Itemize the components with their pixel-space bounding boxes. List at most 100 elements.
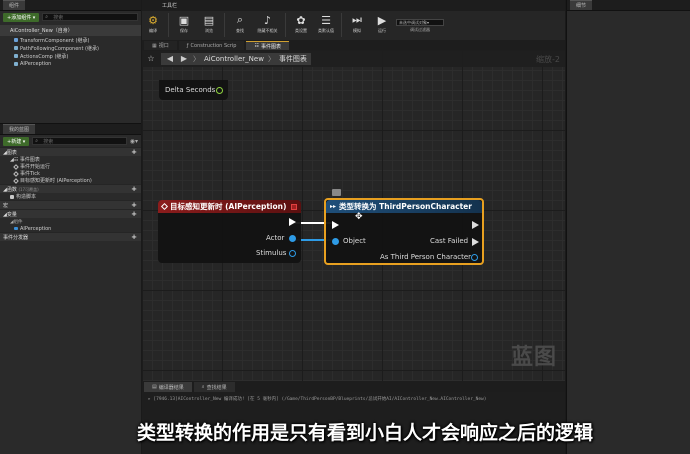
event-item-perception[interactable]: 目标感知更新时 (AIPerception): [0, 177, 141, 184]
category-dispatchers[interactable]: 事件分发器 +: [0, 232, 141, 241]
delta-seconds-pin[interactable]: [216, 87, 223, 94]
category-graphs[interactable]: ◢图表 +: [0, 147, 141, 156]
tab-compiler-results-label: 编译器结果: [158, 384, 184, 391]
graph-icon: ☷: [254, 43, 259, 49]
tab-find-results[interactable]: ⌕ 查找结果: [193, 382, 235, 392]
category-variables-label: ◢变量: [3, 211, 17, 218]
hide-unrelated-icon: ♪: [263, 13, 272, 27]
tab-compiler-results[interactable]: ▤ 编译器结果: [144, 382, 192, 392]
add-function-icon[interactable]: +: [131, 185, 137, 193]
component-item-transform[interactable]: TransformComponent (继承): [0, 36, 141, 44]
details-panel: 细节: [566, 0, 690, 454]
hide-unrelated-button[interactable]: ♪ 隐藏不相关: [254, 13, 281, 34]
component-item-aiperception[interactable]: AIPerception: [0, 60, 141, 68]
browse-button[interactable]: ▤ 浏览: [198, 13, 220, 34]
details-tab[interactable]: 细节: [567, 0, 690, 11]
play-icon: ▶: [377, 13, 387, 27]
forward-arrow-icon[interactable]: ▶: [179, 54, 189, 63]
tab-construction-script[interactable]: ƒ Construction Scrip: [178, 41, 245, 50]
class-settings-button[interactable]: ✿ 类设置: [290, 13, 312, 34]
as-character-label: As Third Person Character: [380, 253, 472, 261]
compile-icon: ⚙: [148, 13, 158, 27]
category-variables[interactable]: ◢变量 +: [0, 209, 141, 218]
compile-log-line[interactable]: ▸ [7946.13]AIController_New 编译成功! [在 5 毫…: [148, 396, 559, 402]
eye-icon[interactable]: ◉▾: [130, 138, 138, 145]
variable-item-aiperception[interactable]: AIPerception: [0, 225, 141, 232]
components-tab[interactable]: 组件: [0, 0, 141, 11]
event-node-header: 目标感知更新时 (AIPerception): [158, 200, 301, 213]
my-blueprint-search-input[interactable]: ⌕ 搜索: [32, 137, 127, 145]
breadcrumb-separator: 〉: [267, 54, 275, 63]
compile-button[interactable]: ⚙ 编译: [142, 13, 164, 34]
component-icon: [14, 54, 18, 58]
debug-filter: 未选中调试对象▾ 调试过滤器: [396, 13, 444, 33]
tab-event-graph[interactable]: ☷ 事件图表: [246, 41, 289, 50]
construction-script-item[interactable]: 构造脚本: [0, 193, 141, 200]
delegate-pin-icon[interactable]: [291, 203, 297, 210]
event-item-label: 事件开始运行: [20, 164, 51, 170]
my-blueprint-panel: 我的蓝图 +新建 ▾ ⌕ 搜索 ◉▾ ◢图表 + ◢☷ 事件图表 事件开始运行 …: [0, 123, 141, 454]
debug-object-select[interactable]: 未选中调试对象▾: [396, 19, 444, 26]
blueprint-watermark: 蓝图: [510, 345, 557, 370]
viewport-icon: ▦: [152, 42, 157, 49]
components-subcategory[interactable]: ◢组件: [0, 218, 141, 225]
event-graph-canvas[interactable]: ☆ ◀ ▶ 〉 AiController_New 〉 事件图表 缩放-2 Del…: [142, 50, 565, 381]
component-item-pathfollowing[interactable]: PathFollowingComponent (继承): [0, 44, 141, 52]
breadcrumb-root[interactable]: AiController_New: [204, 55, 264, 63]
category-macros[interactable]: 宏 +: [0, 200, 141, 209]
event-graph-item[interactable]: ◢☷ 事件图表: [0, 156, 141, 163]
components-tab-label: 组件: [3, 0, 26, 10]
tab-event-graph-label: 事件图表: [260, 43, 281, 50]
functions-override-hint: (17可覆盖): [18, 186, 39, 192]
event-item-tick[interactable]: 事件Tick: [0, 170, 141, 177]
move-cursor-icon: ✥: [355, 212, 363, 222]
component-item-actionscomp[interactable]: ActionsComp (继承): [0, 52, 141, 60]
save-button[interactable]: ▣ 保存: [173, 13, 195, 34]
document-tabs: ▦ 视口 ƒ Construction Scrip ☷ 事件图表: [142, 40, 565, 50]
find-button[interactable]: ⌕ 查找: [229, 13, 251, 34]
event-item-label: 目标感知更新时 (AIPerception): [20, 178, 92, 184]
simulate-button[interactable]: ⏭ 模拟: [346, 13, 368, 34]
my-blueprint-tab[interactable]: 我的蓝图: [0, 124, 141, 135]
node-comment-bubble-icon[interactable]: [332, 189, 341, 196]
event-exec-out-pin[interactable]: [289, 218, 296, 226]
tab-find-results-label: 查找结果: [206, 384, 227, 391]
component-icon: [14, 62, 18, 66]
cast-exec-in-pin[interactable]: [332, 221, 339, 229]
compile-label: 编译: [149, 28, 157, 33]
add-macro-icon[interactable]: +: [131, 201, 137, 209]
add-component-button[interactable]: +添加组件 ▾: [3, 12, 40, 22]
add-graph-icon[interactable]: +: [131, 148, 137, 156]
tab-viewport[interactable]: ▦ 视口: [144, 41, 177, 50]
event-item-beginplay[interactable]: 事件开始运行: [0, 163, 141, 170]
cast-to-thirdperson-node[interactable]: ▸▸ 类型转换为 ThirdPersonCharacter Object Cas…: [324, 198, 484, 265]
category-functions-label: ◢函数: [3, 186, 17, 193]
class-defaults-button[interactable]: ☰ 类默认值: [315, 13, 337, 34]
tick-event-node[interactable]: Delta Seconds: [159, 80, 228, 100]
cast-exec-out-pin[interactable]: [472, 221, 479, 229]
add-dispatcher-icon[interactable]: +: [131, 233, 137, 241]
add-variable-icon[interactable]: +: [131, 210, 137, 218]
components-search-input[interactable]: ⌕ 搜索: [42, 13, 138, 21]
breadcrumb-separator: 〉: [193, 54, 200, 63]
toolbar-tab-label[interactable]: 工具栏: [162, 2, 177, 9]
variable-item-label: AIPerception: [20, 225, 52, 232]
components-search-placeholder: 搜索: [53, 15, 64, 21]
gear-icon: ✿: [296, 13, 306, 27]
actor-out-pin[interactable]: [289, 235, 296, 242]
category-dispatchers-label: 事件分发器: [3, 234, 29, 241]
simulate-label: 模拟: [353, 28, 361, 33]
cast-failed-pin[interactable]: [472, 238, 479, 246]
category-functions[interactable]: ◢函数 (17可覆盖) +: [0, 184, 141, 193]
components-root-item[interactable]: AiController_New（自身）: [0, 25, 141, 36]
new-button[interactable]: +新建 ▾: [3, 136, 30, 146]
as-character-out-pin[interactable]: [471, 254, 478, 261]
object-in-pin[interactable]: [332, 238, 339, 245]
play-button[interactable]: ▶ 运行: [371, 13, 393, 34]
star-icon[interactable]: ☆: [146, 54, 156, 63]
stimulus-out-pin[interactable]: [289, 250, 296, 257]
class-defaults-label: 类默认值: [318, 28, 334, 33]
tab-viewport-label: 视口: [158, 43, 169, 49]
back-arrow-icon[interactable]: ◀: [165, 54, 175, 63]
perception-updated-event-node[interactable]: 目标感知更新时 (AIPerception) Actor Stimulus: [158, 200, 301, 263]
